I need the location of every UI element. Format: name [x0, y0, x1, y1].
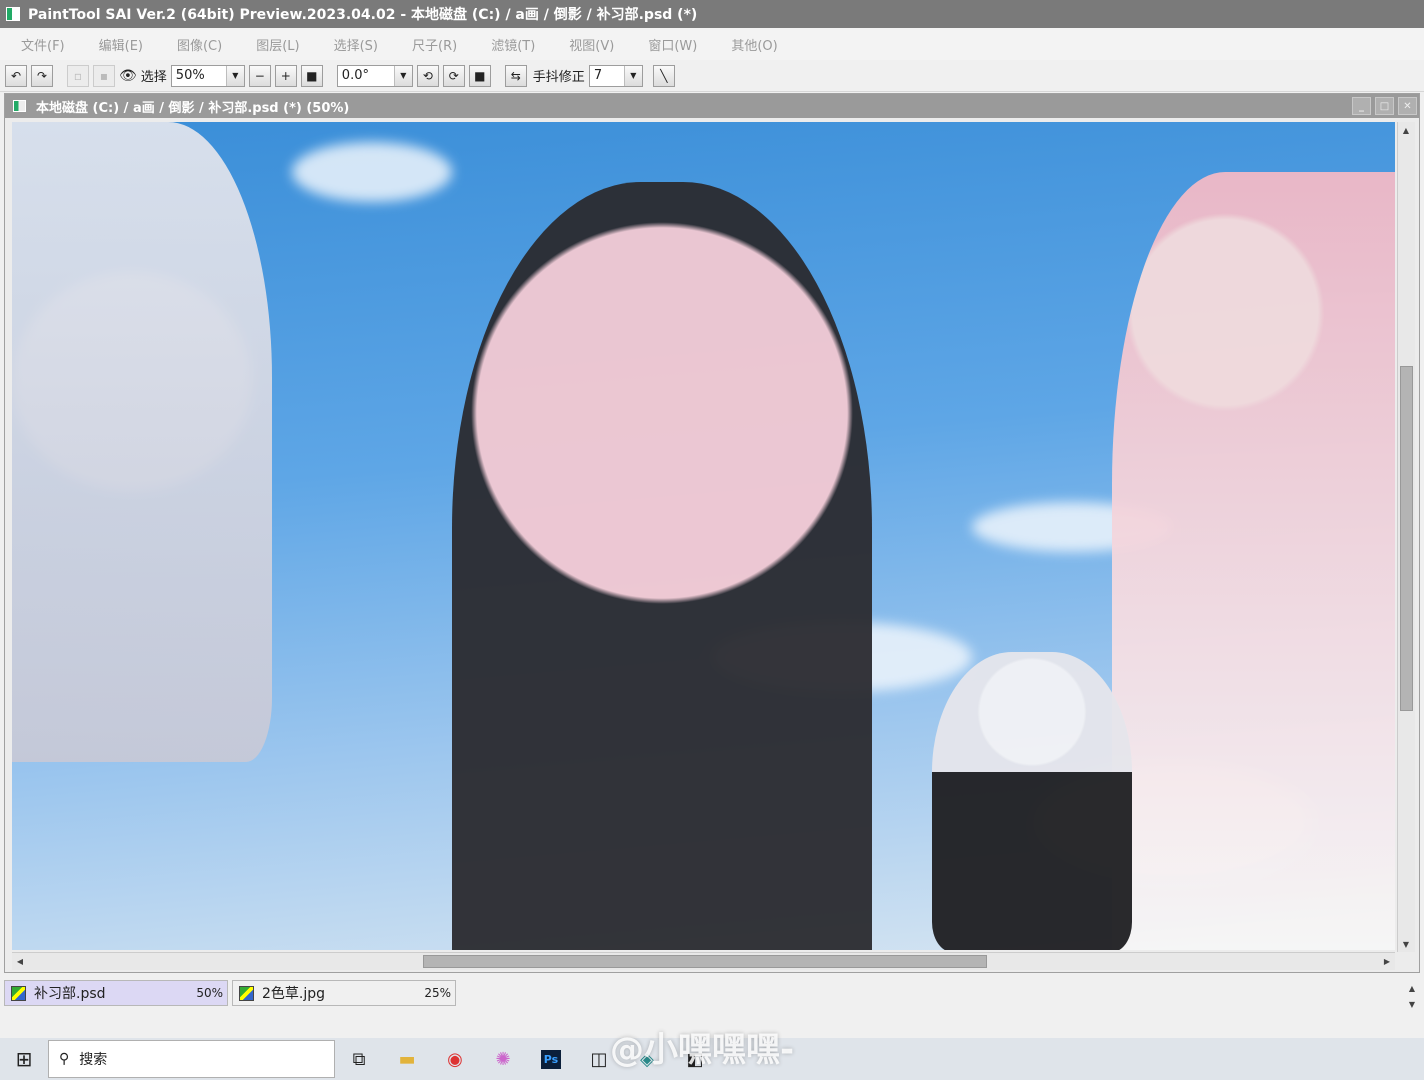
- rotate-cw-button[interactable]: ⟳: [442, 64, 465, 87]
- eye-icon[interactable]: 👁: [119, 68, 137, 84]
- taskbar-search[interactable]: ⚲ 搜索: [48, 1040, 335, 1078]
- search-icon: ⚲: [59, 1051, 70, 1067]
- menu-edit[interactable]: 编辑(E): [99, 35, 143, 54]
- tab-scroll-down-icon[interactable]: ▼: [1404, 996, 1420, 1012]
- image-file-icon: [239, 985, 254, 1001]
- scroll-right-icon[interactable]: ▶: [1379, 953, 1395, 969]
- rotate-cw-icon: ⟳: [448, 68, 459, 83]
- close-icon: ✕: [1403, 100, 1412, 112]
- scroll-left-icon[interactable]: ◀: [12, 953, 28, 969]
- undo-icon: ↶: [10, 68, 22, 83]
- file-tab[interactable]: 2色草.jpg 25%: [232, 980, 456, 1006]
- pen-pressure-button[interactable]: ╲: [652, 64, 675, 87]
- character-small: [932, 652, 1132, 950]
- character-center: [452, 182, 872, 950]
- window-title: PaintTool SAI Ver.2 (64bit) Preview.2023…: [28, 7, 698, 23]
- rotation-combo[interactable]: 0.0° ▼: [336, 64, 413, 87]
- document-icon: [13, 100, 26, 112]
- maximize-icon: □: [1379, 100, 1390, 112]
- rotate-ccw-button[interactable]: ⟲: [416, 64, 439, 87]
- document-titlebar: 本地磁盘 (C:) / a画 / 倒影 / 补习部.psd (*) (50%) …: [5, 94, 1419, 118]
- zoom-out-button[interactable]: −: [248, 64, 271, 87]
- image-file-icon: [11, 985, 26, 1001]
- chevron-down-icon: ▼: [393, 65, 412, 86]
- stabilizer-value: 7: [593, 68, 603, 83]
- document-title: 本地磁盘 (C:) / a画 / 倒影 / 补习部.psd (*) (50%): [36, 100, 350, 116]
- stabilizer-combo[interactable]: 7 ▼: [588, 64, 643, 87]
- flip-button[interactable]: ⇆: [504, 64, 527, 87]
- file-tab-active[interactable]: 补习部.psd 50%: [4, 980, 228, 1006]
- deselect-icon: ▫: [73, 68, 83, 83]
- deselect-button[interactable]: ▫: [67, 64, 89, 87]
- redo-icon: ↷: [36, 68, 48, 83]
- drawing-canvas[interactable]: [12, 122, 1395, 950]
- zoom-reset-button[interactable]: ■: [300, 64, 323, 87]
- character-right: [1112, 172, 1395, 950]
- flip-icon: ⇆: [510, 68, 521, 83]
- rotation-value: 0.0°: [341, 68, 369, 83]
- minimize-button[interactable]: _: [1352, 97, 1371, 115]
- watermark-text: @小嘿嘿嘿-: [610, 1030, 795, 1070]
- menu-image[interactable]: 图像(C): [177, 35, 222, 54]
- square-icon: ■: [474, 68, 486, 83]
- horizontal-scroll-thumb[interactable]: [423, 955, 987, 968]
- file-tab-name: 补习部.psd: [34, 986, 106, 1002]
- menu-view[interactable]: 视图(V): [569, 35, 614, 54]
- menu-window[interactable]: 窗口(W): [648, 35, 697, 54]
- file-tab-zoom: 50%: [196, 986, 223, 1000]
- menu-filter[interactable]: 滤镜(T): [491, 35, 535, 54]
- chevron-down-icon: ▼: [623, 65, 642, 86]
- tab-scroll-up-icon[interactable]: ▲: [1404, 980, 1420, 996]
- square-icon: ■: [306, 68, 318, 83]
- photoshop-icon[interactable]: Ps: [527, 1038, 575, 1080]
- windows-start-icon[interactable]: ⊞: [0, 1038, 48, 1080]
- menu-select[interactable]: 选择(S): [334, 35, 378, 54]
- horizontal-scrollbar[interactable]: ◀ ▶: [12, 952, 1395, 970]
- task-view-icon[interactable]: ⧉: [335, 1038, 383, 1080]
- invert-selection-icon: ▪: [99, 68, 109, 83]
- vertical-scroll-thumb[interactable]: [1400, 366, 1413, 711]
- menu-ruler[interactable]: 尺子(R): [412, 35, 457, 54]
- toolbar: ↶ ↷ ▫ ▪ 👁 选择 50% ▼ − + ■ 0.0° ▼ ⟲ ⟳ ■ ⇆ …: [0, 60, 1424, 92]
- file-tab-zoom: 25%: [424, 986, 451, 1000]
- chrome-icon[interactable]: ◉: [431, 1038, 479, 1080]
- close-button[interactable]: ✕: [1398, 97, 1417, 115]
- menu-bar: 文件(F) 编辑(E) 图像(C) 图层(L) 选择(S) 尺子(R) 滤镜(T…: [0, 28, 1424, 60]
- pen-icon: ╲: [660, 68, 668, 83]
- menu-file[interactable]: 文件(F): [21, 35, 65, 54]
- undo-button[interactable]: ↶: [5, 64, 27, 87]
- window-titlebar: PaintTool SAI Ver.2 (64bit) Preview.2023…: [0, 0, 1424, 28]
- search-placeholder: 搜索: [79, 1052, 108, 1068]
- chevron-down-icon: ▼: [225, 65, 244, 86]
- character-left: [12, 122, 272, 762]
- zoom-out-icon: −: [254, 68, 265, 83]
- scroll-up-icon[interactable]: ▲: [1398, 122, 1414, 138]
- app-icon: [6, 7, 20, 21]
- zoom-in-icon: +: [280, 68, 291, 83]
- document-window: 本地磁盘 (C:) / a画 / 倒影 / 补习部.psd (*) (50%) …: [4, 93, 1420, 973]
- color-wheel-icon[interactable]: ✺: [479, 1038, 527, 1080]
- select-label: 选择: [140, 70, 167, 85]
- file-tab-name: 2色草.jpg: [262, 986, 326, 1002]
- rotate-ccw-icon: ⟲: [422, 68, 433, 83]
- zoom-in-button[interactable]: +: [274, 64, 297, 87]
- menu-layer[interactable]: 图层(L): [256, 35, 299, 54]
- canvas-cloud: [292, 142, 452, 202]
- redo-button[interactable]: ↷: [31, 64, 53, 87]
- vertical-scrollbar[interactable]: ▲ ▼: [1397, 122, 1415, 952]
- invert-selection-button[interactable]: ▪: [93, 64, 115, 87]
- minimize-icon: _: [1359, 100, 1364, 112]
- maximize-button[interactable]: □: [1375, 97, 1394, 115]
- zoom-value: 50%: [175, 68, 205, 83]
- rotate-reset-button[interactable]: ■: [468, 64, 491, 87]
- menu-other[interactable]: 其他(O): [731, 35, 777, 54]
- stabilizer-label: 手抖修正: [532, 70, 585, 85]
- zoom-combo[interactable]: 50% ▼: [170, 64, 245, 87]
- scroll-down-icon[interactable]: ▼: [1398, 936, 1414, 952]
- file-explorer-icon[interactable]: ▬: [383, 1038, 431, 1080]
